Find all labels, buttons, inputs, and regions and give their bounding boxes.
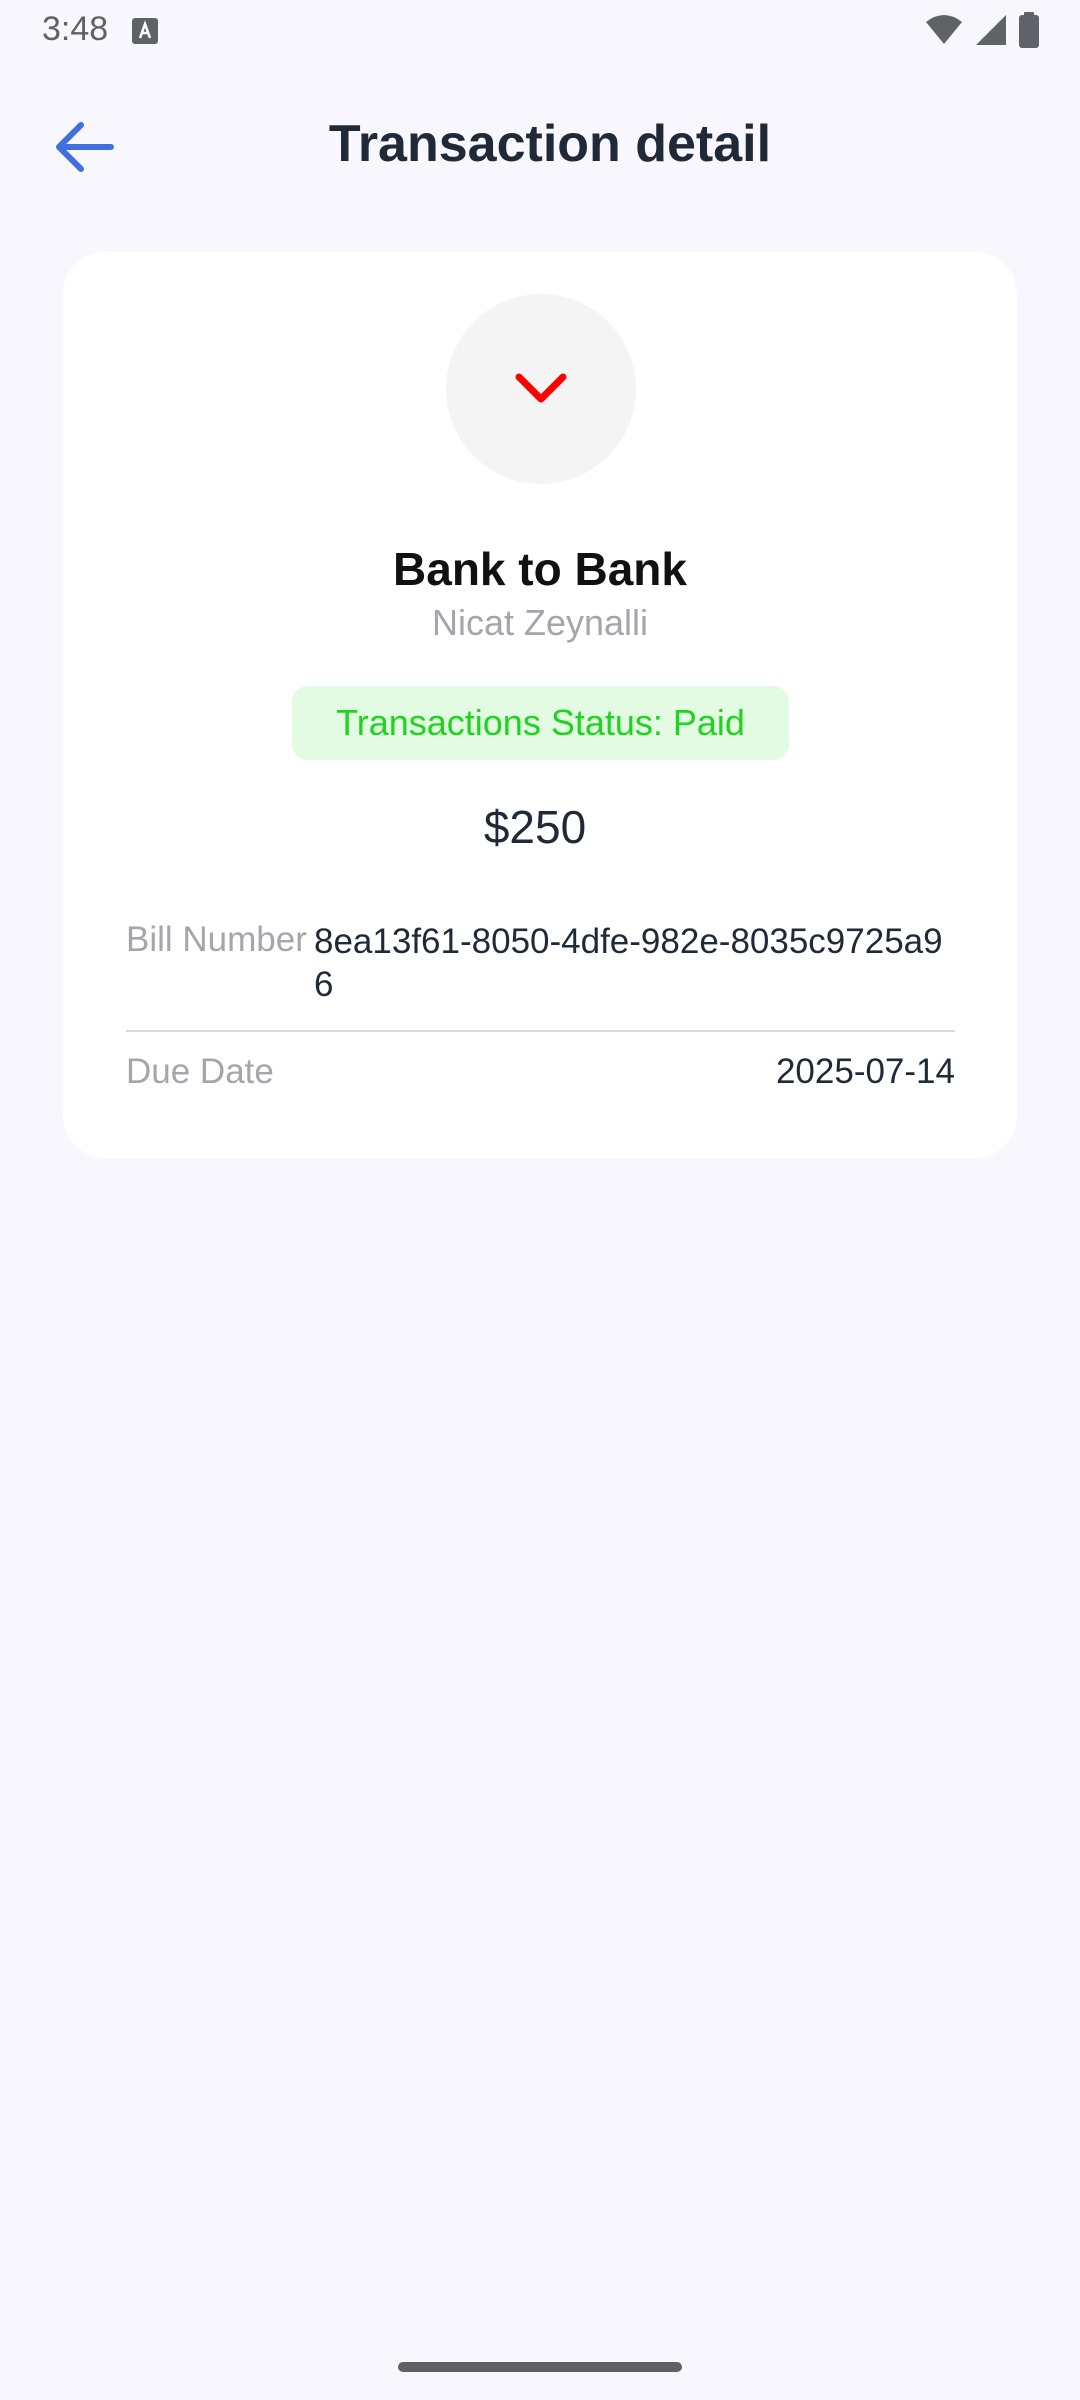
page-title: Transaction detail <box>328 115 772 173</box>
text-a-icon <box>132 18 158 44</box>
header: Transaction detail <box>0 92 1080 202</box>
status-badge: Transactions Status: Paid <box>292 686 789 760</box>
transaction-card: Bank to Bank Nicat Zeynalli Transactions… <box>63 252 1017 1158</box>
signal-icon <box>976 15 1006 45</box>
status-time: 3:48 <box>42 10 109 48</box>
transaction-amount: $250 <box>483 801 587 853</box>
status-right <box>924 12 1040 48</box>
transaction-subtitle: Nicat Zeynalli <box>431 602 649 643</box>
chevron-down-icon <box>515 373 567 403</box>
due-date-value: 2025-07-14 <box>775 1052 955 1091</box>
status-bar: 3:48 <box>0 0 1080 62</box>
bill-number-label: Bill Number <box>126 920 307 959</box>
due-date-row: Due Date 2025-07-14 <box>126 1052 955 1102</box>
divider <box>126 1030 955 1032</box>
wifi-icon <box>926 15 962 44</box>
transaction-title: Bank to Bank <box>393 543 687 595</box>
bill-number-value: 8ea13f61-8050-4dfe-982e-8035c9725a96 <box>314 922 943 1004</box>
direction-icon-circle <box>446 294 636 484</box>
home-indicator[interactable] <box>398 2362 682 2372</box>
battery-icon <box>1019 12 1039 48</box>
due-date-label: Due Date <box>126 1052 274 1091</box>
